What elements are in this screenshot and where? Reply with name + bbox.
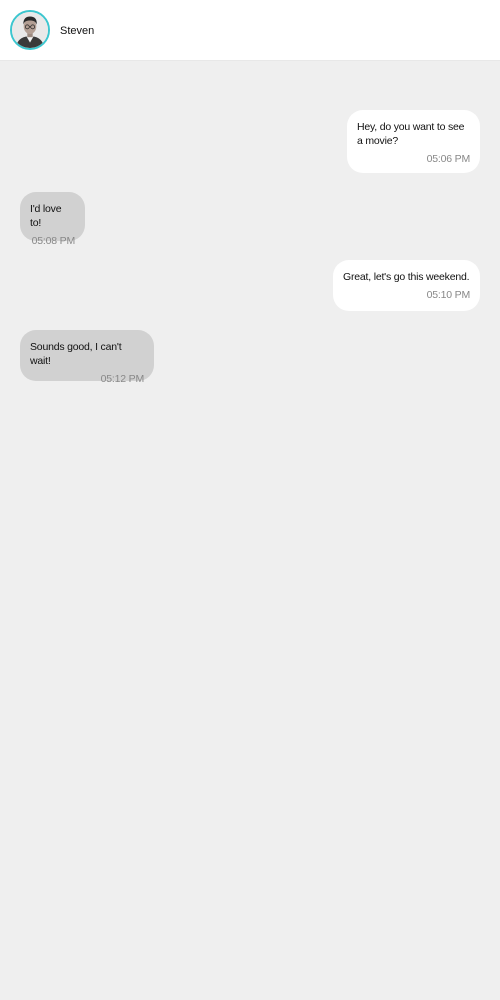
person-icon xyxy=(12,12,48,48)
message-text: Sounds good, I can't wait! xyxy=(30,341,122,367)
message-received: I'd love to! 05:08 PM xyxy=(20,192,85,247)
message-time: 05:10 PM xyxy=(426,289,471,301)
contact-name[interactable]: Steven xyxy=(60,25,94,37)
message-sent: Hey, do you want to see a movie? 05:06 P… xyxy=(347,110,480,173)
chat-header: Steven xyxy=(0,0,500,61)
message-time: 05:06 PM xyxy=(426,153,471,165)
avatar[interactable] xyxy=(10,10,50,50)
message-time: 05:08 PM xyxy=(31,235,76,247)
message-text: I'd love to! xyxy=(30,203,62,229)
message-sent: Great, let's go this weekend. 05:10 PM xyxy=(333,260,480,311)
message-text: Hey, do you want to see a movie? xyxy=(357,121,465,147)
message-received: Sounds good, I can't wait! 05:12 PM xyxy=(20,330,154,385)
message-text: Great, let's go this weekend. xyxy=(343,271,470,283)
message-time: 05:12 PM xyxy=(100,373,145,385)
